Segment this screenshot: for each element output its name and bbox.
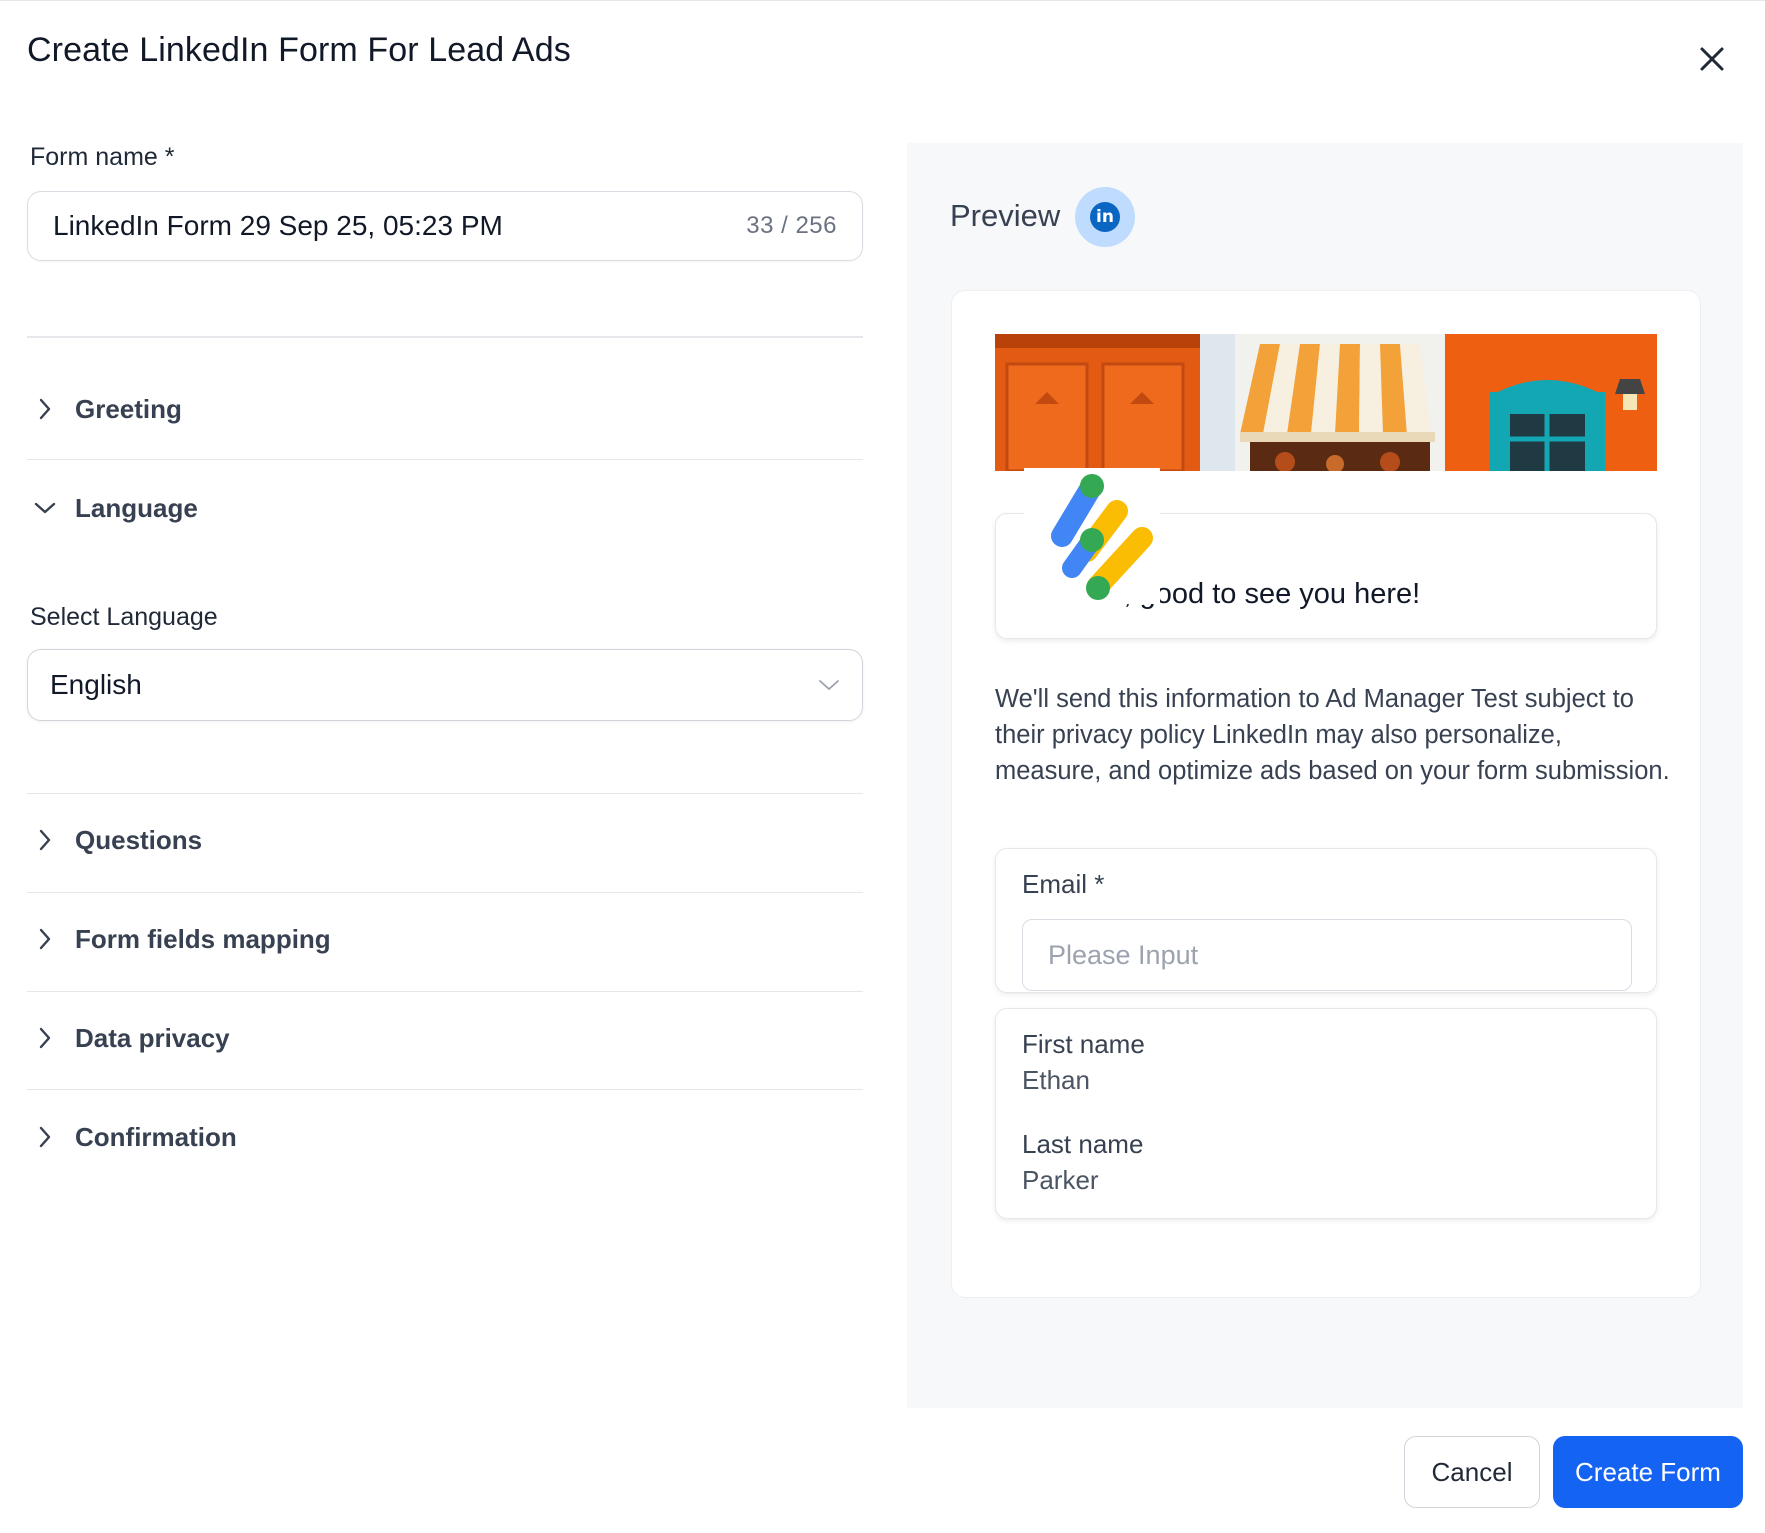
divider [27, 892, 863, 893]
name-fields-card: First name Ethan Last name Parker [995, 1008, 1657, 1219]
first-name-label: First name [1022, 1029, 1145, 1059]
linkedin-icon: in [1090, 202, 1120, 232]
email-input[interactable]: Please Input [1022, 919, 1632, 991]
chevron-right-icon [31, 395, 59, 423]
divider [27, 991, 863, 992]
section-label: Questions [75, 824, 203, 855]
section-label: Data privacy [75, 1022, 230, 1053]
divider [27, 459, 863, 460]
banner-image [995, 334, 1657, 471]
character-counter: 33 / 256 [746, 212, 837, 239]
chevron-down-icon [819, 680, 839, 691]
chevron-right-icon [31, 826, 59, 854]
section-questions[interactable]: Questions [27, 810, 863, 870]
preview-title: Preview [950, 198, 1061, 233]
email-label: Email * [1022, 869, 1105, 899]
divider [27, 793, 863, 794]
email-field-card: Email * Please Input [995, 848, 1657, 993]
section-label: Confirmation [75, 1121, 237, 1152]
select-language-label: Select Language [30, 603, 218, 631]
section-label: Language [75, 492, 198, 523]
last-name-label: Last name [1022, 1129, 1144, 1159]
chevron-right-icon [31, 1123, 59, 1151]
close-button[interactable] [1690, 37, 1734, 81]
preview-panel: Preview in Hi there, good to see you her… [907, 143, 1743, 1408]
section-greeting[interactable]: Greeting [27, 379, 863, 439]
divider [27, 1089, 863, 1090]
company-logo [1024, 468, 1160, 604]
preview-card: Hi there, good to see you here! We'll se… [951, 290, 1701, 1298]
cancel-button[interactable]: Cancel [1404, 1436, 1540, 1508]
google-ads-logo-icon [1051, 474, 1153, 600]
section-language[interactable]: Language [27, 478, 863, 538]
divider [27, 336, 863, 338]
form-name-label: Form name * [30, 143, 175, 171]
close-icon [1700, 47, 1724, 71]
section-form-fields-mapping[interactable]: Form fields mapping [27, 909, 863, 969]
chevron-down-icon [31, 494, 59, 522]
modal-title: Create LinkedIn Form For Lead Ads [27, 31, 571, 69]
language-select[interactable]: English [27, 649, 863, 721]
section-label: Greeting [75, 393, 182, 424]
language-select-value: English [50, 669, 142, 700]
create-form-button[interactable]: Create Form [1553, 1436, 1743, 1508]
linkedin-badge: in [1075, 187, 1135, 247]
form-name-value: LinkedIn Form 29 Sep 25, 05:23 PM [53, 210, 503, 241]
first-name-value: Ethan [1022, 1065, 1090, 1095]
chevron-right-icon [31, 1024, 59, 1052]
chevron-right-icon [31, 925, 59, 953]
create-form-modal: Create LinkedIn Form For Lead Ads Form n… [0, 0, 1765, 1533]
privacy-notice: We'll send this information to Ad Manage… [995, 685, 1670, 785]
section-confirmation[interactable]: Confirmation [27, 1107, 863, 1167]
section-label: Form fields mapping [75, 923, 331, 954]
section-data-privacy[interactable]: Data privacy [27, 1008, 863, 1068]
last-name-value: Parker [1022, 1165, 1099, 1195]
form-name-input[interactable]: LinkedIn Form 29 Sep 25, 05:23 PM 33 / 2… [27, 191, 863, 261]
